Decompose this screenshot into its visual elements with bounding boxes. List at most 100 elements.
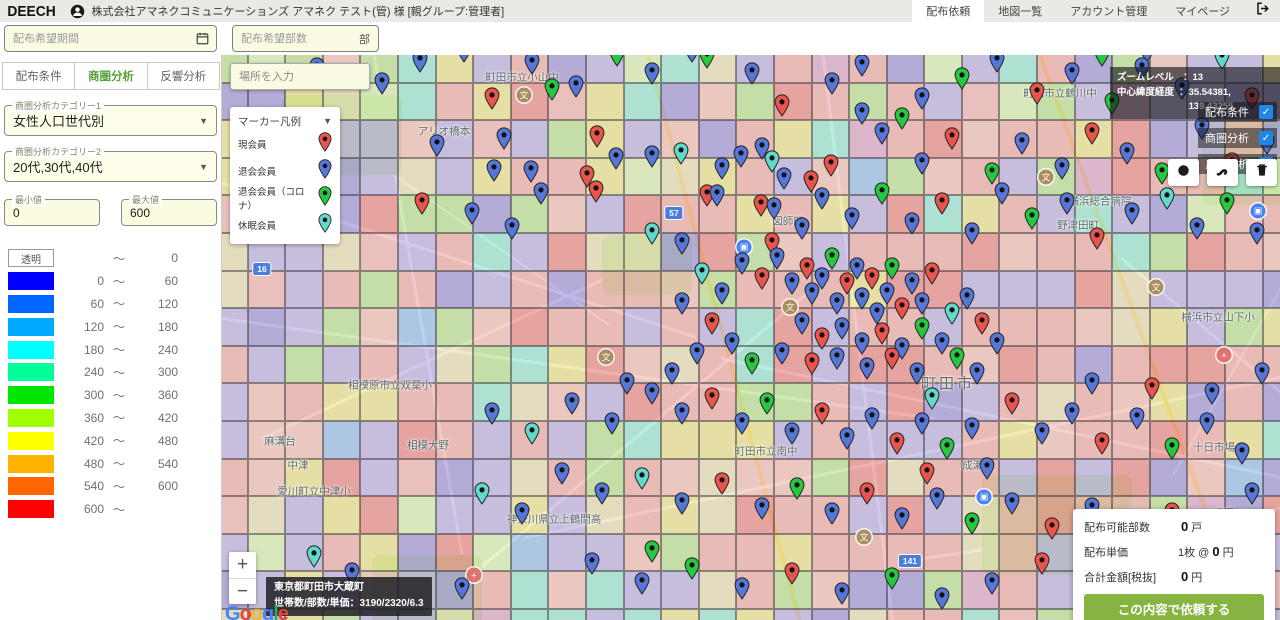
marker-current-member[interactable] bbox=[754, 267, 770, 290]
marker-dormant-member[interactable] bbox=[673, 142, 689, 165]
marker-current-member[interactable] bbox=[704, 312, 720, 335]
marker-withdrawn-member[interactable] bbox=[859, 357, 875, 380]
marker-withdrawn-member[interactable] bbox=[486, 159, 502, 182]
logout-button[interactable] bbox=[1244, 1, 1280, 21]
marker-dormant-member[interactable] bbox=[1159, 187, 1175, 210]
marker-withdrawn-member[interactable] bbox=[568, 75, 584, 98]
marker-withdrawn-member[interactable] bbox=[714, 157, 730, 180]
marker-withdrawn-member[interactable] bbox=[734, 412, 750, 435]
marker-current-member[interactable] bbox=[774, 94, 790, 117]
marker-current-member[interactable] bbox=[1089, 227, 1105, 250]
marker-withdrawn-member[interactable] bbox=[1189, 217, 1205, 240]
marker-dormant-member[interactable] bbox=[944, 302, 960, 325]
marker-withdrawn-covid[interactable] bbox=[684, 557, 700, 580]
marker-withdrawn-member[interactable] bbox=[608, 147, 624, 170]
marker-withdrawn-member[interactable] bbox=[1204, 382, 1220, 405]
checkbox-checked-icon[interactable]: ✓ bbox=[1259, 105, 1273, 119]
marker-withdrawn-member[interactable] bbox=[724, 332, 740, 355]
marker-withdrawn-member[interactable] bbox=[674, 292, 690, 315]
marker-withdrawn-covid[interactable] bbox=[1164, 437, 1180, 460]
marker-withdrawn-member[interactable] bbox=[644, 145, 660, 168]
marker-withdrawn-member[interactable] bbox=[909, 362, 925, 385]
marker-withdrawn-member[interactable] bbox=[714, 282, 730, 305]
marker-withdrawn-member[interactable] bbox=[854, 287, 870, 310]
period-input[interactable] bbox=[5, 33, 196, 45]
category1-select[interactable]: 商圏分析カテゴリー1 女性人口世代別 ▼ bbox=[4, 105, 217, 136]
layer-toggle-1[interactable]: 商圏分析✓ bbox=[1198, 128, 1277, 148]
marker-dormant-member[interactable] bbox=[306, 545, 322, 568]
sidebar-tab-2[interactable]: 反響分析 bbox=[147, 62, 220, 90]
marker-withdrawn-member[interactable] bbox=[776, 167, 792, 190]
max-value-input[interactable] bbox=[122, 206, 216, 220]
marker-current-member[interactable] bbox=[1144, 377, 1160, 400]
marker-withdrawn-covid[interactable] bbox=[884, 567, 900, 590]
marker-withdrawn-member[interactable] bbox=[979, 457, 995, 480]
marker-withdrawn-covid[interactable] bbox=[1024, 207, 1040, 230]
nav-item-2[interactable]: アカウント管理 bbox=[1056, 0, 1161, 22]
marker-dormant-member[interactable] bbox=[694, 262, 710, 285]
marker-current-member[interactable] bbox=[1044, 517, 1060, 540]
marker-current-member[interactable] bbox=[874, 322, 890, 345]
marker-withdrawn-covid[interactable] bbox=[954, 67, 970, 90]
marker-withdrawn-member[interactable] bbox=[784, 422, 800, 445]
marker-current-member[interactable] bbox=[884, 347, 900, 370]
marker-withdrawn-covid[interactable] bbox=[939, 437, 955, 460]
marker-withdrawn-member[interactable] bbox=[464, 202, 480, 225]
marker-withdrawn-member[interactable] bbox=[914, 412, 930, 435]
marker-withdrawn-member[interactable] bbox=[619, 372, 635, 395]
marker-withdrawn-member[interactable] bbox=[964, 417, 980, 440]
marker-withdrawn-covid[interactable] bbox=[1094, 55, 1110, 67]
marker-dormant-member[interactable] bbox=[474, 482, 490, 505]
marker-current-member[interactable] bbox=[484, 87, 500, 110]
marker-withdrawn-member[interactable] bbox=[1119, 142, 1135, 165]
marker-withdrawn-member[interactable] bbox=[814, 187, 830, 210]
map-canvas[interactable]: 町田市立小山中アリオ橋本町田市立鶴川中野津田町横浜総合病院図師町町田市相模原市立… bbox=[222, 55, 1280, 620]
marker-withdrawn-covid[interactable] bbox=[949, 347, 965, 370]
marker-withdrawn-member[interactable] bbox=[1234, 442, 1250, 465]
marker-withdrawn-member[interactable] bbox=[1059, 192, 1075, 215]
nav-item-3[interactable]: マイページ bbox=[1161, 0, 1244, 22]
marker-withdrawn-member[interactable] bbox=[824, 72, 840, 95]
marker-withdrawn-member[interactable] bbox=[734, 252, 750, 275]
min-value-input[interactable] bbox=[5, 206, 99, 220]
marker-withdrawn-member[interactable] bbox=[454, 577, 470, 600]
marker-withdrawn-covid[interactable] bbox=[644, 540, 660, 563]
marker-withdrawn-member[interactable] bbox=[504, 217, 520, 240]
marker-withdrawn-member[interactable] bbox=[1064, 402, 1080, 425]
marker-withdrawn-member[interactable] bbox=[584, 552, 600, 575]
marker-withdrawn-member[interactable] bbox=[914, 292, 930, 315]
sidebar-tab-0[interactable]: 配布条件 bbox=[2, 62, 75, 90]
nav-item-1[interactable]: 地図一覧 bbox=[984, 0, 1056, 22]
marker-withdrawn-member[interactable] bbox=[824, 502, 840, 525]
marker-withdrawn-member[interactable] bbox=[644, 382, 660, 405]
marker-current-member[interactable] bbox=[859, 482, 875, 505]
marker-withdrawn-member[interactable] bbox=[969, 362, 985, 385]
marker-withdrawn-member[interactable] bbox=[1124, 202, 1140, 225]
marker-withdrawn-member[interactable] bbox=[524, 55, 540, 75]
marker-withdrawn-member[interactable] bbox=[733, 145, 749, 168]
marker-withdrawn-member[interactable] bbox=[854, 55, 870, 77]
marker-withdrawn-member[interactable] bbox=[484, 402, 500, 425]
marker-current-member[interactable] bbox=[704, 387, 720, 410]
marker-withdrawn-member[interactable] bbox=[1034, 422, 1050, 445]
marker-dormant-member[interactable] bbox=[644, 222, 660, 245]
marker-withdrawn-member[interactable] bbox=[1254, 362, 1270, 385]
marker-withdrawn-member[interactable] bbox=[864, 407, 880, 430]
marker-current-member[interactable] bbox=[804, 352, 820, 375]
marker-withdrawn-member[interactable] bbox=[829, 347, 845, 370]
marker-withdrawn-member[interactable] bbox=[794, 217, 810, 240]
marker-withdrawn-member[interactable] bbox=[604, 412, 620, 435]
zoom-out-button[interactable]: − bbox=[229, 578, 256, 604]
delete-shapes-button[interactable] bbox=[1246, 159, 1277, 186]
marker-withdrawn-member[interactable] bbox=[854, 102, 870, 125]
marker-withdrawn-member[interactable] bbox=[964, 222, 980, 245]
marker-withdrawn-member[interactable] bbox=[754, 497, 770, 520]
marker-withdrawn-member[interactable] bbox=[1054, 157, 1070, 180]
marker-withdrawn-member[interactable] bbox=[1129, 407, 1145, 430]
marker-withdrawn-member[interactable] bbox=[564, 392, 580, 415]
marker-withdrawn-member[interactable] bbox=[1084, 372, 1100, 395]
marker-withdrawn-member[interactable] bbox=[634, 572, 650, 595]
marker-withdrawn-covid[interactable] bbox=[609, 55, 625, 67]
marker-withdrawn-member[interactable] bbox=[984, 572, 1000, 595]
marker-current-member[interactable] bbox=[784, 562, 800, 585]
